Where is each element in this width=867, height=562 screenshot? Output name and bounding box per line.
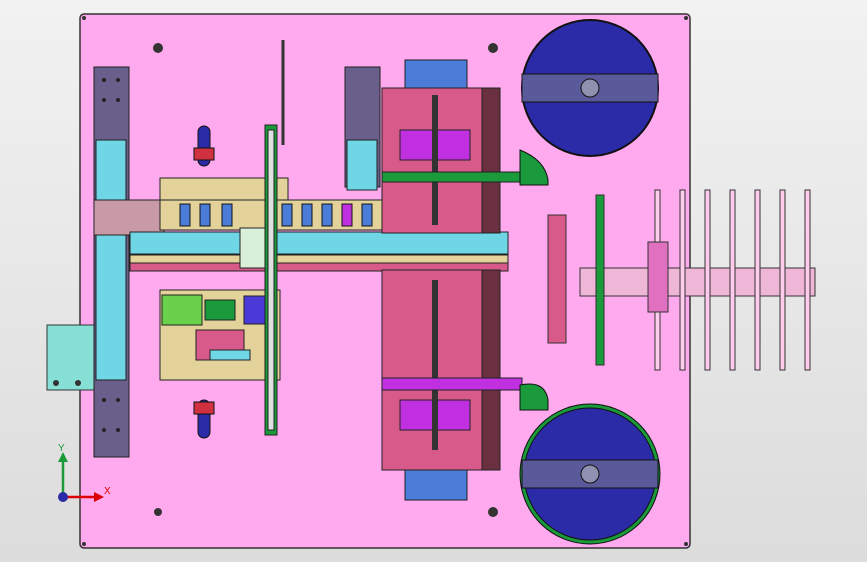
cad-assembly-drawing [46,13,816,549]
cad-viewport[interactable]: Y X [0,0,867,562]
axis-y-label: Y [58,443,65,454]
horizontal-rail[interactable] [129,231,509,272]
axis-x-label: X [104,486,111,497]
disc-bottom[interactable] [519,403,661,545]
center-frame-column[interactable] [344,66,381,191]
motor-box[interactable] [46,324,96,391]
disc-top[interactable] [521,19,659,157]
